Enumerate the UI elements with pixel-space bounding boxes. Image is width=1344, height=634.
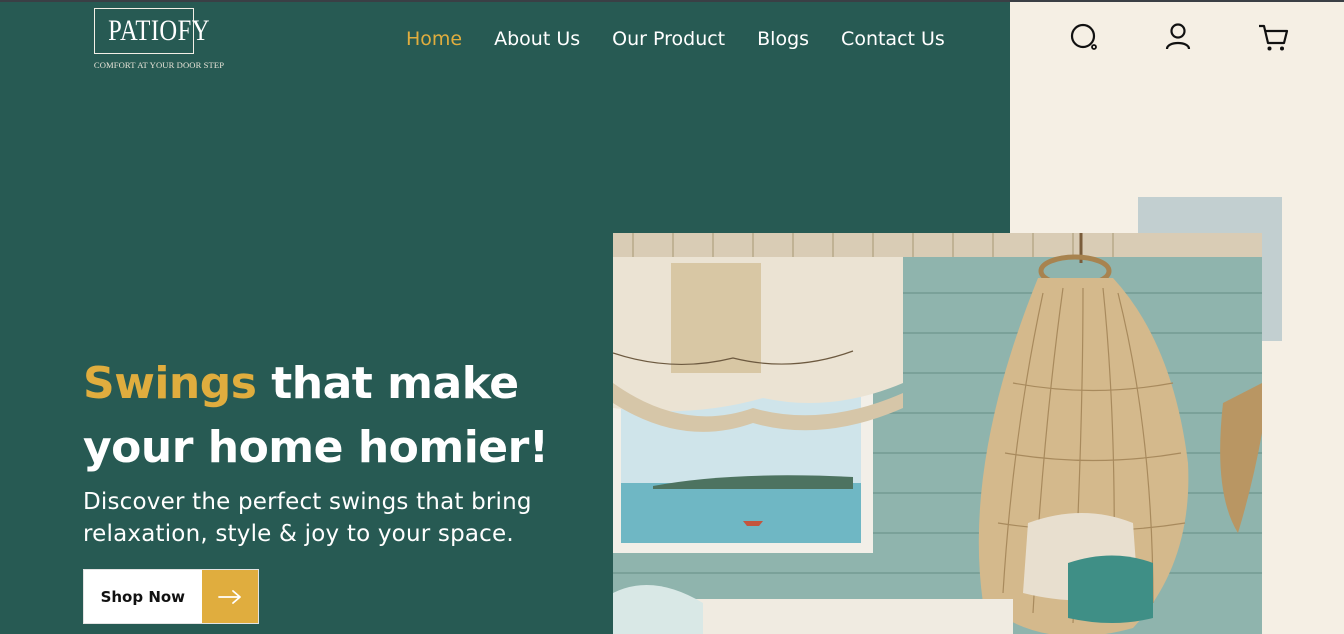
- hero-image: [613, 233, 1262, 634]
- nav-item-home[interactable]: Home: [406, 26, 462, 52]
- logo-title: PATIOFY: [108, 14, 210, 47]
- cart-icon[interactable]: [1256, 20, 1290, 54]
- shop-now-label: Shop Now: [84, 570, 202, 623]
- nav-item-about-us[interactable]: About Us: [494, 26, 580, 52]
- hero-subtitle: Discover the perfect swings that bring re…: [83, 486, 583, 550]
- hero-subtitle-line2: relaxation, style & joy to your space.: [83, 521, 514, 547]
- hero-subtitle-line1: Discover the perfect swings that bring: [83, 489, 532, 515]
- nav-item-blogs[interactable]: Blogs: [757, 26, 809, 52]
- hero-title-accent: Swings: [83, 358, 257, 409]
- shop-now-button[interactable]: Shop Now: [83, 569, 259, 624]
- arrow-right-icon: [201, 570, 258, 623]
- hero-title-line1: that make: [256, 358, 519, 409]
- brand-logo[interactable]: PATIOFY COMFORT AT YOUR DOOR STEP: [84, 8, 234, 72]
- main-nav: Home About Us Our Product Blogs Contact …: [406, 26, 977, 52]
- hero-title-line2: your home homier!: [83, 422, 549, 473]
- nav-item-contact-us[interactable]: Contact Us: [841, 26, 945, 52]
- logo-tagline: COMFORT AT YOUR DOOR STEP: [93, 60, 225, 70]
- nav-item-our-product[interactable]: Our Product: [612, 26, 725, 52]
- user-icon[interactable]: [1161, 20, 1195, 54]
- hero-title: Swings that make your home homier!: [83, 352, 603, 480]
- search-icon[interactable]: [1067, 20, 1101, 54]
